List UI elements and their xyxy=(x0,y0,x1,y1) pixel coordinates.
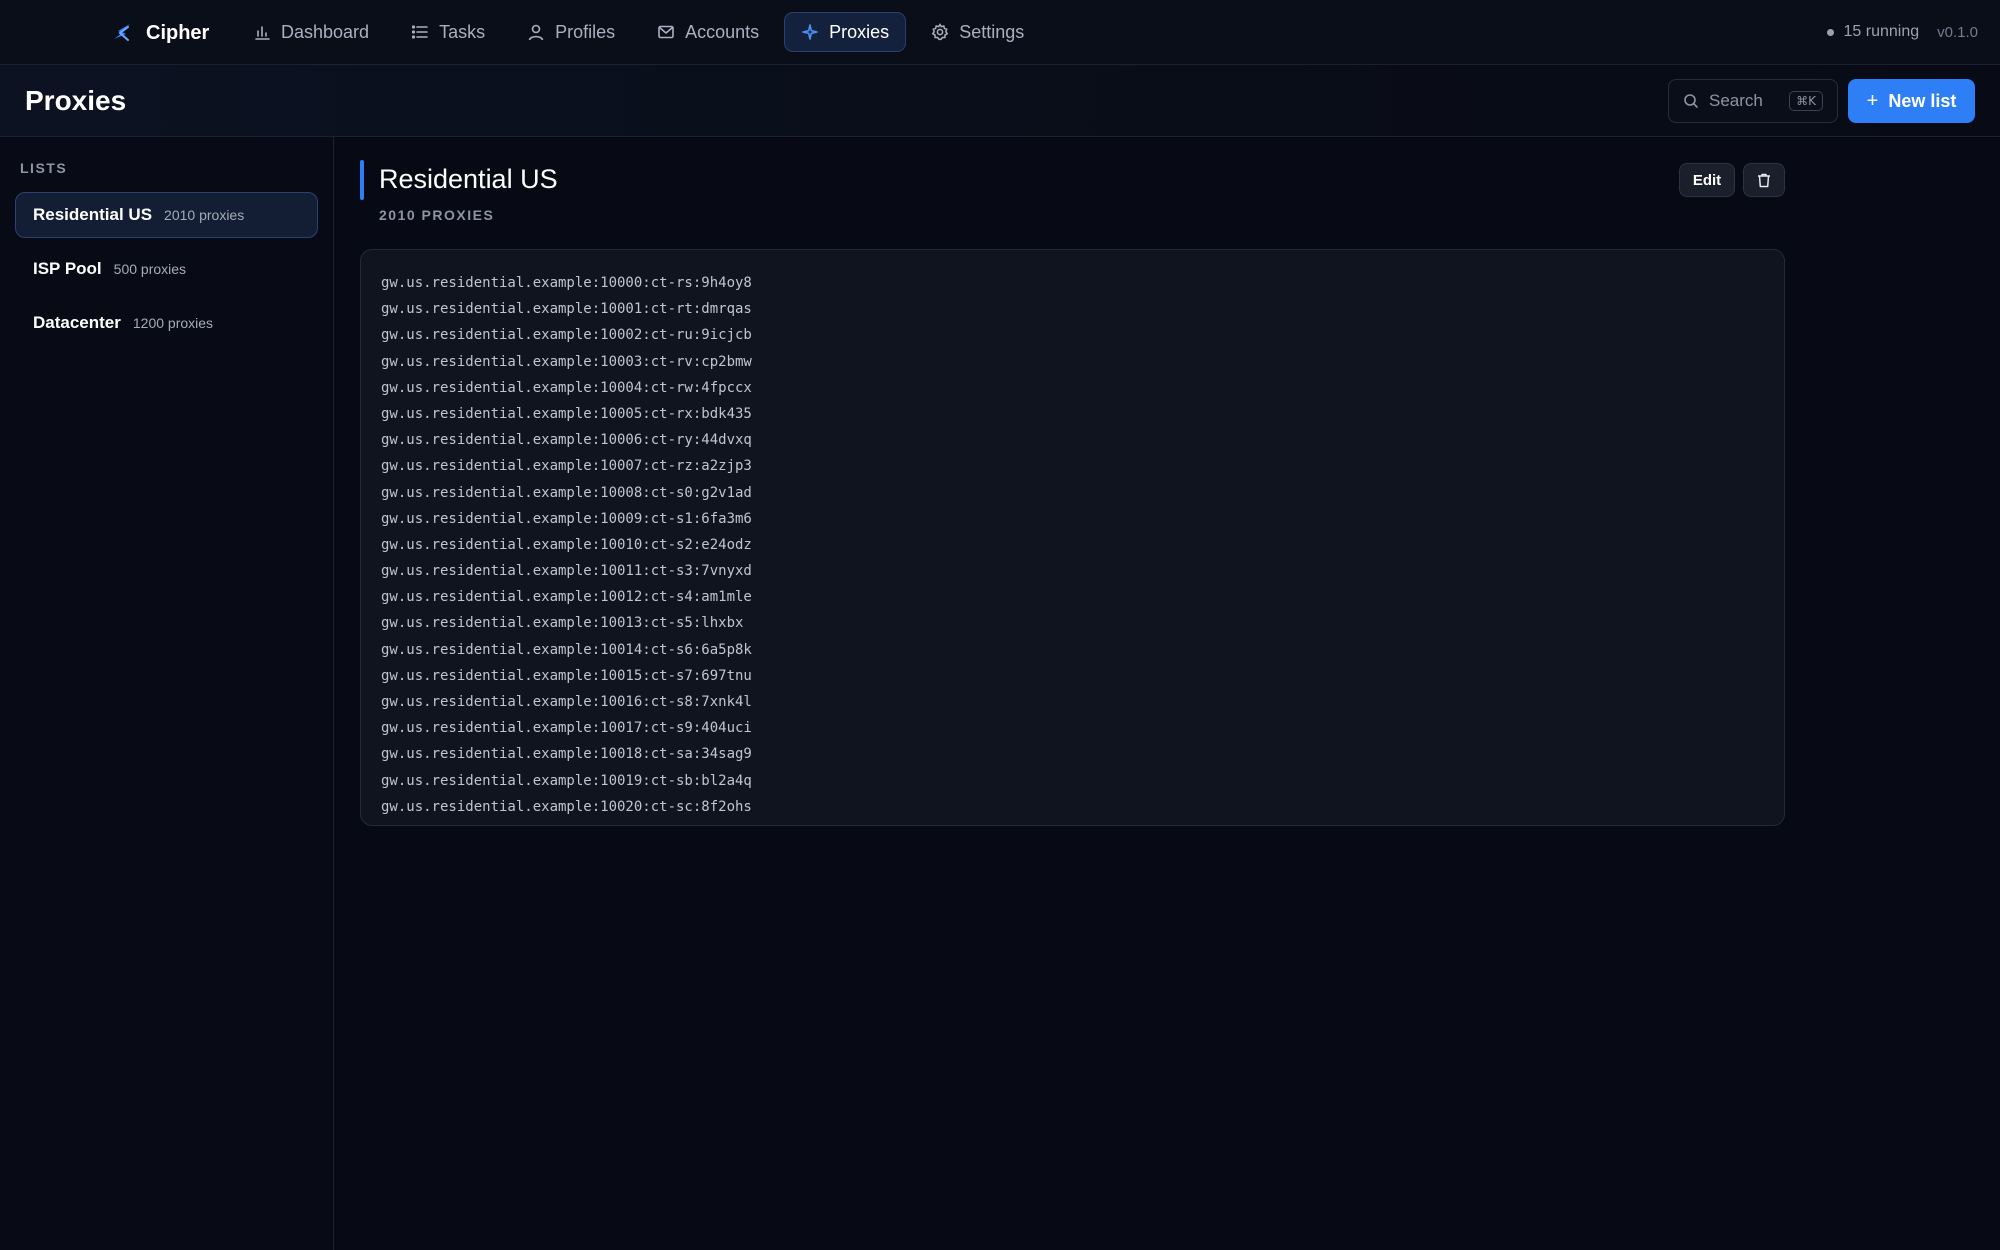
top-nav: Cipher Dashboard Tasks Profiles Accounts… xyxy=(0,0,2000,65)
list-count: 1200 proxies xyxy=(132,315,214,331)
proxy-line: gw.us.residential.example:10016:ct-s8:7x… xyxy=(381,694,752,710)
running-count: 15 running xyxy=(1843,23,1920,40)
proxy-line: gw.us.residential.example:10003:ct-rv:cp… xyxy=(381,353,752,370)
proxy-line: gw.us.residential.example:10006:ct-ry:44… xyxy=(381,432,752,449)
proxy-line: gw.us.residential.example:10010:ct-s2:e2… xyxy=(381,536,752,553)
list-item-residential-us[interactable]: Residential US 2010 proxies xyxy=(15,192,318,238)
lists-section-label: LISTS xyxy=(20,160,68,176)
search-shortcut: ⌘K xyxy=(1789,91,1823,111)
nav-item-dashboard[interactable]: Dashboard xyxy=(236,12,386,52)
proxy-line: gw.us.residential.example:10013:ct-s5:lh… xyxy=(381,615,744,632)
sparkle-icon xyxy=(802,24,818,40)
list-name: Residential US xyxy=(33,205,153,224)
list-icon xyxy=(411,25,428,39)
search-button[interactable]: Search ⌘K xyxy=(1668,79,1838,123)
proxy-line: gw.us.residential.example:10011:ct-s3:7v… xyxy=(381,563,752,580)
proxy-line: gw.us.residential.example:10008:ct-s0:g2… xyxy=(381,484,752,501)
list-name: ISP Pool xyxy=(33,259,102,278)
trash-icon xyxy=(1758,173,1770,188)
proxy-line: gw.us.residential.example:10002:ct-ru:9i… xyxy=(381,327,752,344)
main-nav: Dashboard Tasks Profiles Accounts Proxie… xyxy=(236,12,1041,52)
delete-button[interactable] xyxy=(1743,163,1785,197)
nav-item-profiles[interactable]: Profiles xyxy=(510,12,632,52)
nav-label: Dashboard xyxy=(281,21,370,42)
proxy-line: gw.us.residential.example:10019:ct-sb:bl… xyxy=(381,772,752,789)
proxy-line: gw.us.residential.example:10012:ct-s4:am… xyxy=(381,589,752,606)
nav-item-proxies[interactable]: Proxies xyxy=(784,12,907,52)
proxy-line: gw.us.residential.example:10015:ct-s7:69… xyxy=(381,667,752,684)
list-title: Residential US xyxy=(379,164,558,194)
user-icon xyxy=(528,24,544,41)
proxy-line: gw.us.residential.example:10020:ct-sc:8f… xyxy=(381,798,752,815)
nav-item-tasks[interactable]: Tasks xyxy=(394,12,502,52)
page-title: Proxies xyxy=(25,85,127,116)
list-count: 2010 proxies xyxy=(164,207,245,223)
list-item-datacenter[interactable]: Datacenter 1200 proxies xyxy=(15,300,318,346)
proxy-list[interactable]: gw.us.residential.example:10000:ct-rs:9h… xyxy=(360,249,1785,826)
proxy-line: gw.us.residential.example:10009:ct-s1:6f… xyxy=(381,510,752,527)
proxy-line: gw.us.residential.example:10018:ct-sa:34… xyxy=(381,746,752,763)
proxy-line: gw.us.residential.example:10007:ct-rz:a2… xyxy=(381,458,752,475)
proxy-line: gw.us.residential.example:10017:ct-s9:40… xyxy=(381,720,752,737)
status-dot-icon xyxy=(1826,28,1834,36)
edit-button[interactable]: Edit xyxy=(1679,163,1735,197)
sidebar: LISTS Residential US 2010 proxies ISP Po… xyxy=(0,137,334,1250)
proxy-line: gw.us.residential.example:10014:ct-s6:6a… xyxy=(381,641,752,658)
search-icon xyxy=(1684,94,1698,108)
bar-chart-icon xyxy=(255,26,270,40)
list-count: 500 proxies xyxy=(113,261,187,277)
search-label: Search xyxy=(1709,91,1763,110)
cipher-logo-icon xyxy=(114,24,130,41)
nav-label: Settings xyxy=(959,21,1025,42)
proxy-line: gw.us.residential.example:10000:ct-rs:9h… xyxy=(381,275,752,291)
nav-label: Tasks xyxy=(439,21,486,42)
list-item-isp-pool[interactable]: ISP Pool 500 proxies xyxy=(15,246,318,292)
proxy-line: gw.us.residential.example:10005:ct-rx:bd… xyxy=(381,405,752,422)
proxy-line: gw.us.residential.example:10001:ct-rt:dm… xyxy=(381,301,752,318)
list-proxy-count: 2010 PROXIES xyxy=(379,207,495,223)
mail-icon xyxy=(658,25,674,39)
nav-label: Profiles xyxy=(555,21,616,42)
plus-icon: + xyxy=(1866,90,1879,112)
new-list-label: New list xyxy=(1888,90,1957,111)
nav-item-accounts[interactable]: Accounts xyxy=(640,12,776,52)
list-name: Datacenter xyxy=(33,313,121,332)
running-status[interactable]: 15 running xyxy=(1826,23,1920,41)
status-area: 15 running v0.1.0 xyxy=(1826,20,1978,44)
nav-label: Proxies xyxy=(829,21,890,42)
page-header: Proxies Search ⌘K + New list xyxy=(0,65,2000,137)
proxy-line: gw.us.residential.example:10004:ct-rw:4f… xyxy=(381,379,752,396)
new-list-button[interactable]: + New list xyxy=(1848,79,1975,123)
brand-name: Cipher xyxy=(146,21,210,44)
title-accent-bar xyxy=(360,160,364,200)
gear-icon xyxy=(931,23,949,41)
app-version: v0.1.0 xyxy=(1937,23,1978,41)
nav-label: Accounts xyxy=(685,21,760,42)
nav-item-settings[interactable]: Settings xyxy=(914,12,1041,52)
brand[interactable]: Cipher xyxy=(108,19,209,47)
